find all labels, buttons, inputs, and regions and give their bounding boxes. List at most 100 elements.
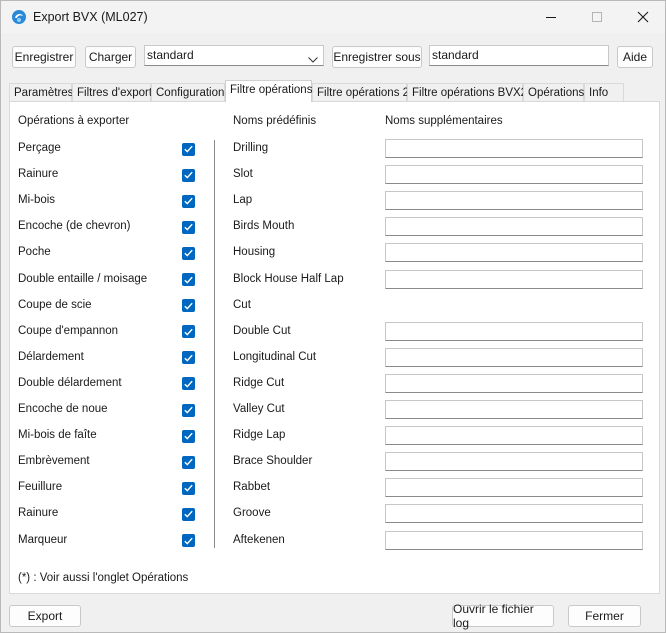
predefined-name: Birds Mouth [233,220,295,233]
operation-checkbox[interactable] [182,534,195,547]
predefined-name: Block House Half Lap [233,272,344,285]
predefined-name: Longitudinal Cut [233,350,317,363]
additional-column-header: Noms supplémentaires [385,115,503,127]
operation-checkbox[interactable] [182,142,195,156]
additional-name-input[interactable] [385,400,643,419]
operation-checkbox[interactable] [182,481,195,495]
operation-label: Mi-bois [18,194,56,207]
additional-name-input[interactable] [385,269,643,289]
additional-name-input[interactable] [385,243,643,263]
title-bar: Export BVX (ML027) [1,1,665,33]
additional-name-input[interactable] [385,478,643,498]
additional-name-input[interactable] [385,373,643,393]
tab-filtres-export[interactable]: Filtres d'export [72,83,152,102]
checkmark-icon [184,302,193,310]
window-title: Export BVX (ML027) [33,10,148,24]
save-as-button[interactable]: Enregistrer sous [332,46,422,68]
checkmark-icon [184,354,193,362]
operation-checkbox[interactable] [182,351,195,365]
minimize-button[interactable] [528,1,574,33]
minimize-icon [545,16,556,18]
checkmark-icon [184,432,193,440]
tab-bar: Paramètres Filtres d'export Configuratio… [9,80,625,102]
additional-name-input[interactable] [385,452,643,472]
checkmark-icon [184,537,193,545]
operation-label: Double entaille / moisage [18,272,148,285]
operation-checkbox[interactable] [182,507,195,521]
preset-select[interactable]: standard [144,45,324,66]
predefined-name: Ridge Cut [233,376,285,389]
tab-operations[interactable]: Opérations [523,83,584,102]
operation-label: Encoche (de chevron) [18,220,131,233]
help-button[interactable]: Aide [617,46,653,68]
operation-checkbox[interactable] [182,377,195,391]
operation-label: Mi-bois de faîte [18,429,97,442]
additional-name-input[interactable] [385,426,643,446]
export-button[interactable]: Export [9,605,81,627]
additional-name-input[interactable] [385,347,643,367]
predefined-name: Double Cut [233,324,291,337]
operation-checkbox[interactable] [182,455,195,469]
predefined-name: Lap [233,194,253,207]
maximize-icon [591,11,602,22]
predefined-name: Ridge Lap [233,429,286,442]
additional-name-input[interactable] [385,321,643,341]
checkmark-icon [184,276,193,284]
checkmark-icon [184,171,193,179]
checkmark-icon [184,458,193,466]
footnote: (*) : Voir aussi l'onglet Opérations [18,572,189,584]
predefined-name: Cut [233,298,251,311]
checkmark-icon [184,145,193,153]
operation-checkbox[interactable] [182,194,195,208]
operation-label: Rainure [18,507,59,520]
tab-configuration[interactable]: Configuration [151,83,225,102]
preset-select-value: standard [147,48,194,62]
predefined-name: Groove [233,507,271,520]
operation-label: Coupe de scie [18,298,92,311]
export-bvx-dialog: Export BVX (ML027) Enregistrer Charger s… [0,0,666,633]
tab-parametres[interactable]: Paramètres [9,83,73,102]
checkmark-icon [184,250,193,257]
additional-name-input[interactable] [385,191,643,211]
save-button[interactable]: Enregistrer [12,46,76,68]
additional-name-input[interactable] [385,217,643,237]
operation-checkbox[interactable] [182,403,195,417]
additional-name-input[interactable] [385,504,643,524]
checkmark-icon [184,406,193,414]
operation-checkbox[interactable] [182,325,195,339]
tab-info[interactable]: Info [584,83,624,102]
save-as-name-input[interactable]: standard [429,45,609,66]
predefined-name: Valley Cut [233,403,285,415]
operation-checkbox[interactable] [182,220,195,234]
additional-name-input[interactable] [385,165,643,185]
predefined-name: Housing [233,246,276,259]
operation-label: Coupe d'empannon [18,324,119,337]
close-window-button[interactable] [620,1,666,33]
load-button[interactable]: Charger [85,46,136,68]
tab-filtre-operations-2[interactable]: Filtre opérations 2 [312,83,409,102]
operation-label: Embrèvement [18,455,90,468]
additional-name-input[interactable] [385,139,643,158]
operation-checkbox[interactable] [182,429,195,443]
additional-name-input[interactable] [385,530,643,550]
checkmark-icon [184,197,193,205]
tab-filtre-operations[interactable]: Filtre opérations [225,80,312,102]
predefined-name: Brace Shoulder [233,455,313,468]
operation-checkbox[interactable] [182,299,195,313]
operation-checkbox[interactable] [182,273,195,286]
operation-label: Poche [18,246,51,259]
filtre-operations-panel: Opérations à exporter Noms prédéfinis No… [9,101,660,594]
open-log-button[interactable]: Ouvrir le fichier log [452,602,554,630]
operation-label: Délardement [18,350,84,363]
operation-label: Perçage [18,142,61,154]
checkmark-icon [184,328,193,336]
operations-column-header: Opérations à exporter [18,115,130,127]
operation-label: Double délardement [18,376,122,389]
tab-filtre-operations-bvx2[interactable]: Filtre opérations BVX2 [407,83,527,102]
operation-checkbox[interactable] [182,246,195,260]
close-button[interactable]: Fermer [568,605,641,627]
checkmark-icon [184,511,193,518]
maximize-button[interactable] [574,1,620,33]
checkmark-icon [184,380,193,388]
operation-checkbox[interactable] [182,168,195,182]
